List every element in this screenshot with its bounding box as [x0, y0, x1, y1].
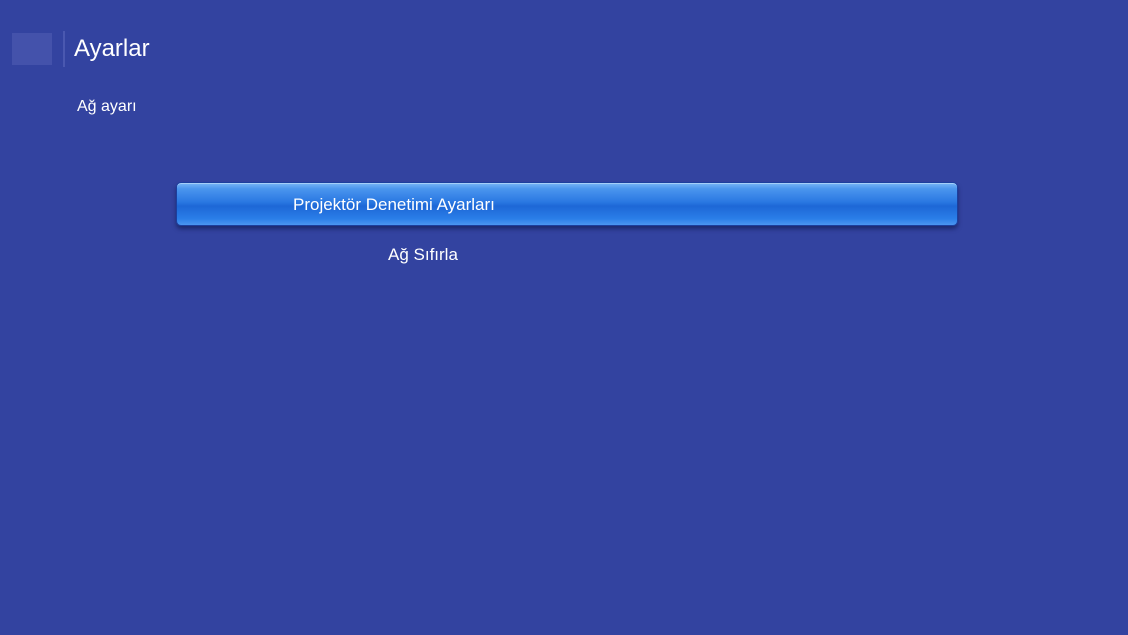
menu-item-projector-control-settings[interactable]: Projektör Denetimi Ayarları: [176, 182, 958, 226]
header-divider: [63, 31, 65, 67]
settings-screen: Ayarlar Ağ ayarı Projektör Denetimi Ayar…: [0, 0, 1128, 635]
page-title: Ayarlar: [74, 35, 150, 62]
menu-item-label: Projektör Denetimi Ayarları: [293, 195, 495, 214]
settings-icon: [12, 33, 52, 65]
menu-item-network-reset[interactable]: Ağ Sıfırla: [176, 234, 958, 278]
menu-item-label: Ağ Sıfırla: [388, 245, 458, 264]
breadcrumb: Ağ ayarı: [77, 98, 137, 115]
